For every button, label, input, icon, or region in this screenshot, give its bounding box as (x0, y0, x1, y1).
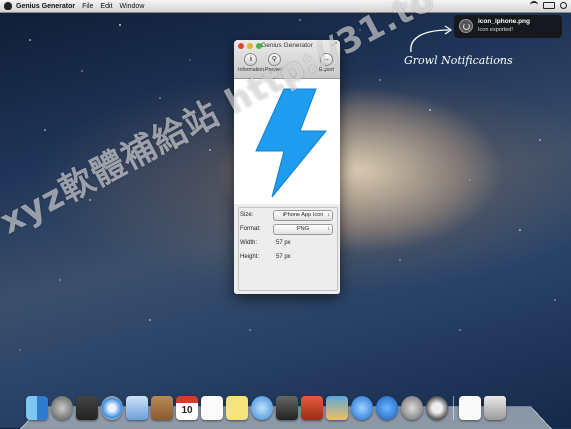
iphoto-icon[interactable] (326, 396, 348, 420)
menu-file[interactable]: File (82, 3, 93, 10)
document-icon[interactable] (459, 396, 481, 420)
photo-booth-icon[interactable] (301, 396, 323, 420)
menu-window[interactable]: Window (119, 3, 144, 10)
settings-form: Size: iPhone App Icon Format: PNG Width:… (240, 209, 334, 265)
genius-app-icon (459, 19, 473, 33)
size-select[interactable]: iPhone App Icon (273, 210, 333, 221)
genius-generator-dock-icon[interactable] (426, 396, 448, 420)
growl-notification[interactable]: icon_iphone.png Icon exported! (454, 15, 562, 38)
safari-icon[interactable] (101, 396, 123, 420)
battery-icon[interactable] (543, 1, 555, 9)
menu-app-name[interactable]: Genius Generator (16, 3, 75, 10)
dock-separator (453, 396, 454, 420)
width-value: 57 px (276, 240, 291, 246)
mail-icon[interactable] (126, 396, 148, 420)
menu-edit[interactable]: Edit (100, 3, 112, 10)
size-label: Size: (240, 212, 254, 218)
height-value: 57 px (276, 254, 291, 260)
notification-title: icon_iphone.png (478, 18, 530, 25)
mission-control-icon[interactable] (76, 396, 98, 420)
itunes-icon[interactable] (351, 396, 373, 420)
format-label: Format: (240, 226, 261, 232)
contacts-icon[interactable] (151, 396, 173, 420)
trash-icon[interactable] (484, 396, 506, 420)
apple-menu-icon[interactable] (4, 2, 12, 10)
growl-caption: Growl Notifications (404, 54, 513, 67)
width-label: Width: (240, 240, 258, 246)
reminders-icon[interactable] (201, 396, 223, 420)
notes-icon[interactable] (226, 396, 248, 420)
messages-icon[interactable] (251, 396, 273, 420)
launchpad-icon[interactable] (51, 396, 73, 420)
dock: 10 (26, 390, 546, 420)
wifi-icon[interactable] (530, 1, 538, 9)
menubar-status-area (530, 1, 567, 9)
system-preferences-icon[interactable] (401, 396, 423, 420)
app-store-icon[interactable] (376, 396, 398, 420)
spotlight-icon[interactable] (560, 1, 567, 9)
menu-bar: Genius Generator File Edit Window (0, 0, 571, 13)
calendar-icon[interactable]: 10 (176, 396, 198, 420)
facetime-icon[interactable] (276, 396, 298, 420)
finder-icon[interactable] (26, 396, 48, 420)
format-select[interactable]: PNG (273, 224, 333, 235)
notification-message: Icon exported! (478, 27, 513, 33)
height-label: Height: (240, 254, 260, 260)
